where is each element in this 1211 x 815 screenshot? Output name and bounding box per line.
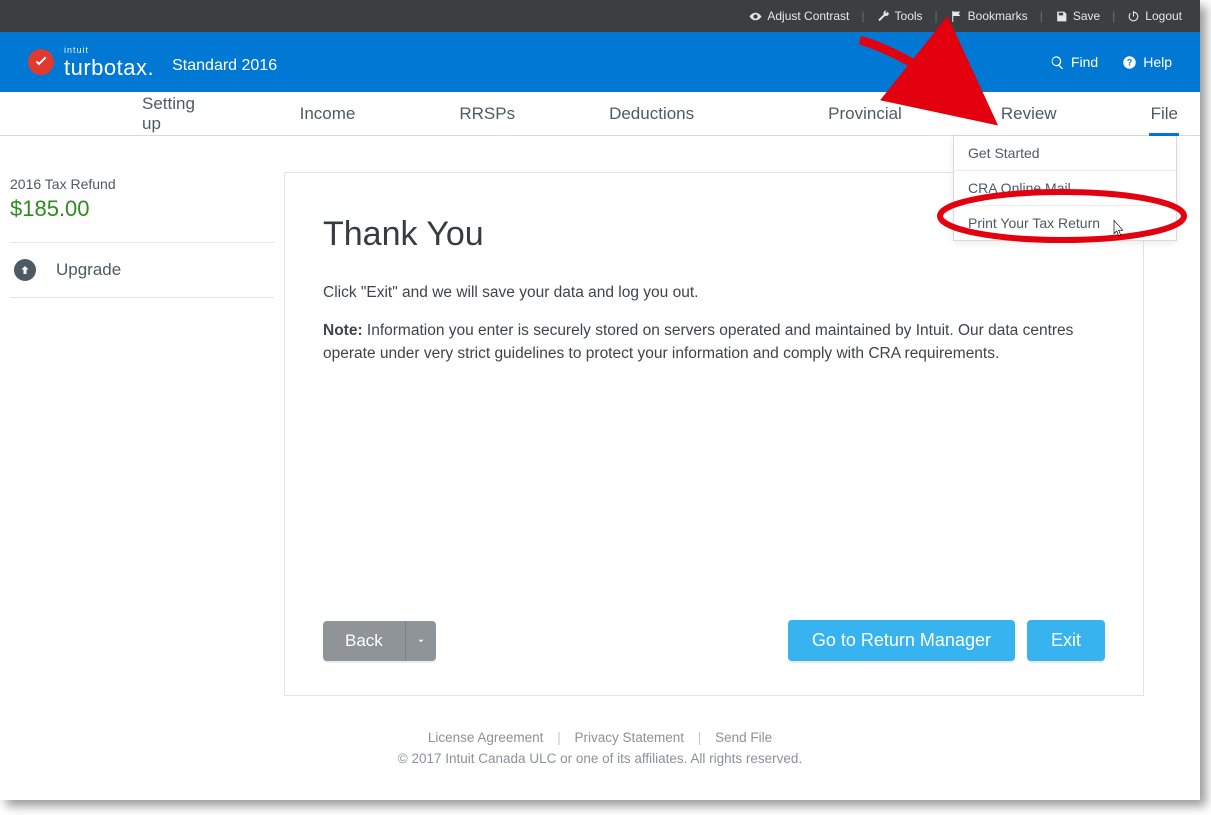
tools-link[interactable]: Tools xyxy=(877,9,923,23)
brand-bar: intuit turbotax. Standard 2016 Find ? He… xyxy=(0,32,1200,92)
divider: | xyxy=(935,9,938,23)
footer: License Agreement | Privacy Statement | … xyxy=(0,730,1200,766)
tab-income[interactable]: Income xyxy=(278,92,378,135)
tab-file[interactable]: File xyxy=(1129,92,1200,135)
divider: | xyxy=(1112,9,1115,23)
adjust-contrast-label: Adjust Contrast xyxy=(767,9,849,23)
help-icon: ? xyxy=(1122,55,1137,70)
adjust-contrast-link[interactable]: Adjust Contrast xyxy=(749,9,849,23)
dropdown-item-get-started[interactable]: Get Started xyxy=(954,136,1176,171)
nav-tabs: Setting up Income RRSPs Deductions Provi… xyxy=(0,92,1200,136)
help-link[interactable]: ? Help xyxy=(1122,54,1172,70)
upgrade-button[interactable]: Upgrade xyxy=(10,242,274,298)
wrench-icon xyxy=(877,10,890,23)
power-icon xyxy=(1127,10,1140,23)
sidebar: 2016 Tax Refund $185.00 Upgrade xyxy=(0,136,284,696)
brand-product: turbotax. xyxy=(64,57,154,79)
svg-text:?: ? xyxy=(1127,57,1132,67)
save-label: Save xyxy=(1073,9,1100,23)
tab-rrsps[interactable]: RRSPs xyxy=(437,92,537,135)
tab-setting-up[interactable]: Setting up xyxy=(120,92,228,135)
bookmarks-link[interactable]: Bookmarks xyxy=(950,9,1028,23)
footer-copyright: © 2017 Intuit Canada ULC or one of its a… xyxy=(0,751,1200,766)
note-paragraph: Note: Information you enter is securely … xyxy=(323,320,1105,365)
caret-down-icon xyxy=(416,636,426,646)
dropdown-item-cra-online-mail[interactable]: CRA Online Mail xyxy=(954,171,1176,206)
save-icon xyxy=(1055,10,1068,23)
divider: | xyxy=(861,9,864,23)
logout-link[interactable]: Logout xyxy=(1127,9,1182,23)
tab-deductions[interactable]: Deductions xyxy=(587,92,716,135)
tab-provincial[interactable]: Provincial xyxy=(806,92,924,135)
note-label: Note: xyxy=(323,322,363,339)
footer-license-link[interactable]: License Agreement xyxy=(428,730,544,745)
file-dropdown: Get Started CRA Online Mail Print Your T… xyxy=(953,136,1177,241)
search-icon xyxy=(1050,55,1065,70)
save-link[interactable]: Save xyxy=(1055,9,1100,23)
exit-button[interactable]: Exit xyxy=(1027,620,1105,661)
flag-icon xyxy=(950,10,963,23)
upgrade-arrow-icon xyxy=(14,259,36,281)
main-card: Thank You Click "Exit" and we will save … xyxy=(284,172,1144,696)
brand-company: intuit xyxy=(64,46,154,55)
back-button[interactable]: Back xyxy=(323,621,405,661)
note-body: Information you enter is securely stored… xyxy=(323,322,1073,361)
checkmark-badge-icon xyxy=(28,49,54,75)
brand-version: Standard 2016 xyxy=(172,57,277,75)
tools-label: Tools xyxy=(895,9,923,23)
help-label: Help xyxy=(1143,54,1172,70)
divider: | xyxy=(1040,9,1043,23)
dropdown-item-print-tax-return[interactable]: Print Your Tax Return xyxy=(954,206,1176,240)
divider: | xyxy=(557,730,561,745)
find-link[interactable]: Find xyxy=(1050,54,1098,70)
logout-label: Logout xyxy=(1145,9,1182,23)
footer-sendfile-link[interactable]: Send File xyxy=(715,730,772,745)
back-dropdown-button[interactable] xyxy=(405,621,436,661)
eye-icon xyxy=(749,10,762,23)
brand-logo-group: intuit turbotax. Standard 2016 xyxy=(28,46,277,79)
exit-instruction: Click "Exit" and we will save your data … xyxy=(323,282,1105,304)
footer-privacy-link[interactable]: Privacy Statement xyxy=(574,730,684,745)
back-button-group: Back xyxy=(323,621,436,661)
go-to-return-manager-button[interactable]: Go to Return Manager xyxy=(788,620,1015,661)
tab-review[interactable]: Review xyxy=(979,92,1079,135)
divider: | xyxy=(698,730,702,745)
refund-label: 2016 Tax Refund xyxy=(10,176,274,192)
utility-bar: Adjust Contrast | Tools | Bookmarks | Sa… xyxy=(0,0,1200,32)
find-label: Find xyxy=(1071,54,1098,70)
refund-amount: $185.00 xyxy=(10,196,274,222)
bookmarks-label: Bookmarks xyxy=(968,9,1028,23)
upgrade-label: Upgrade xyxy=(56,260,121,280)
